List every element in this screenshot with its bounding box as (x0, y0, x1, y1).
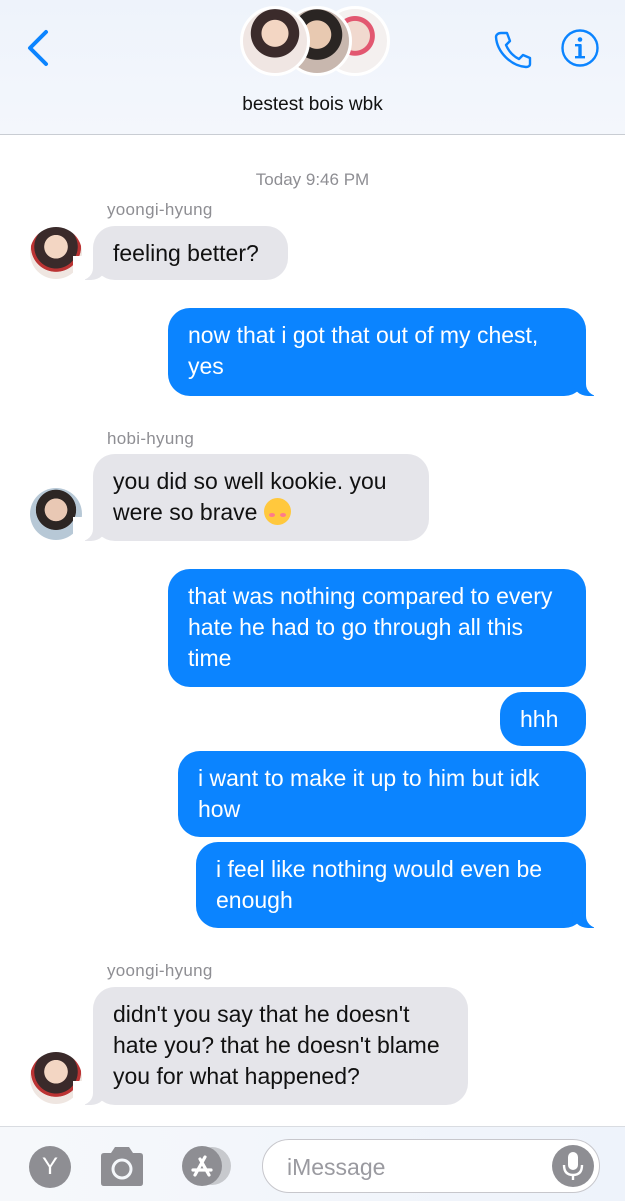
message-bubble-incoming[interactable]: you did so well kookie. you were so brav… (73, 454, 429, 541)
message-input-container[interactable] (262, 1139, 600, 1193)
y-app-button[interactable]: Y (29, 1146, 71, 1188)
sender-name: yoongi-hyung (107, 200, 213, 219)
message-text: i feel like nothing would even be enough (216, 856, 543, 913)
message-bubble-incoming[interactable]: didn't you say that he doesn't hate you?… (73, 987, 468, 1105)
message-text: hhh (520, 706, 559, 732)
message-text: you did so well kookie. you were so brav… (113, 468, 387, 525)
message-text: i want to make it up to him but idk how (198, 765, 540, 822)
back-button[interactable] (22, 28, 56, 68)
message-bubble-outgoing[interactable]: now that i got that out of my chest, yes (168, 308, 606, 396)
phone-icon (494, 31, 532, 69)
chevron-left-icon (28, 30, 48, 66)
app-store-button[interactable] (178, 1144, 234, 1188)
message-bubble-outgoing[interactable]: i feel like nothing would even be enough (196, 842, 606, 928)
avatar (240, 6, 310, 76)
sender-name: yoongi-hyung (107, 961, 213, 980)
message-bubble-outgoing[interactable]: i want to make it up to him but idk how (178, 751, 586, 837)
camera-icon (101, 1147, 143, 1186)
group-name[interactable]: bestest bois wbk (0, 94, 625, 116)
info-icon (561, 29, 599, 67)
compose-bar: Y (0, 1126, 625, 1201)
message-text: that was nothing compared to every hate … (188, 583, 553, 671)
message-input[interactable] (285, 1150, 539, 1184)
microphone-icon (562, 1152, 584, 1180)
group-avatars[interactable] (240, 6, 390, 82)
info-button[interactable] (560, 28, 600, 68)
dictation-button[interactable] (552, 1145, 594, 1187)
message-bubble-outgoing[interactable]: that was nothing compared to every hate … (168, 569, 586, 687)
call-button[interactable] (492, 28, 534, 70)
app-store-icon (182, 1146, 231, 1186)
conversation-header: bestest bois wbk (0, 0, 625, 135)
timestamp: Today 9:46 PM (255, 170, 370, 189)
sender-name: hobi-hyung (107, 429, 195, 448)
message-text: feeling better? (113, 240, 259, 266)
message-text: didn't you say that he doesn't hate you?… (113, 1001, 440, 1089)
message-bubble-incoming[interactable]: feeling better? (73, 226, 288, 280)
message-bubble-outgoing[interactable]: hhh (500, 692, 586, 746)
camera-button[interactable] (97, 1145, 147, 1187)
message-text: now that i got that out of my chest, yes (188, 322, 539, 379)
smiling-face-with-hearts-icon (263, 498, 291, 525)
